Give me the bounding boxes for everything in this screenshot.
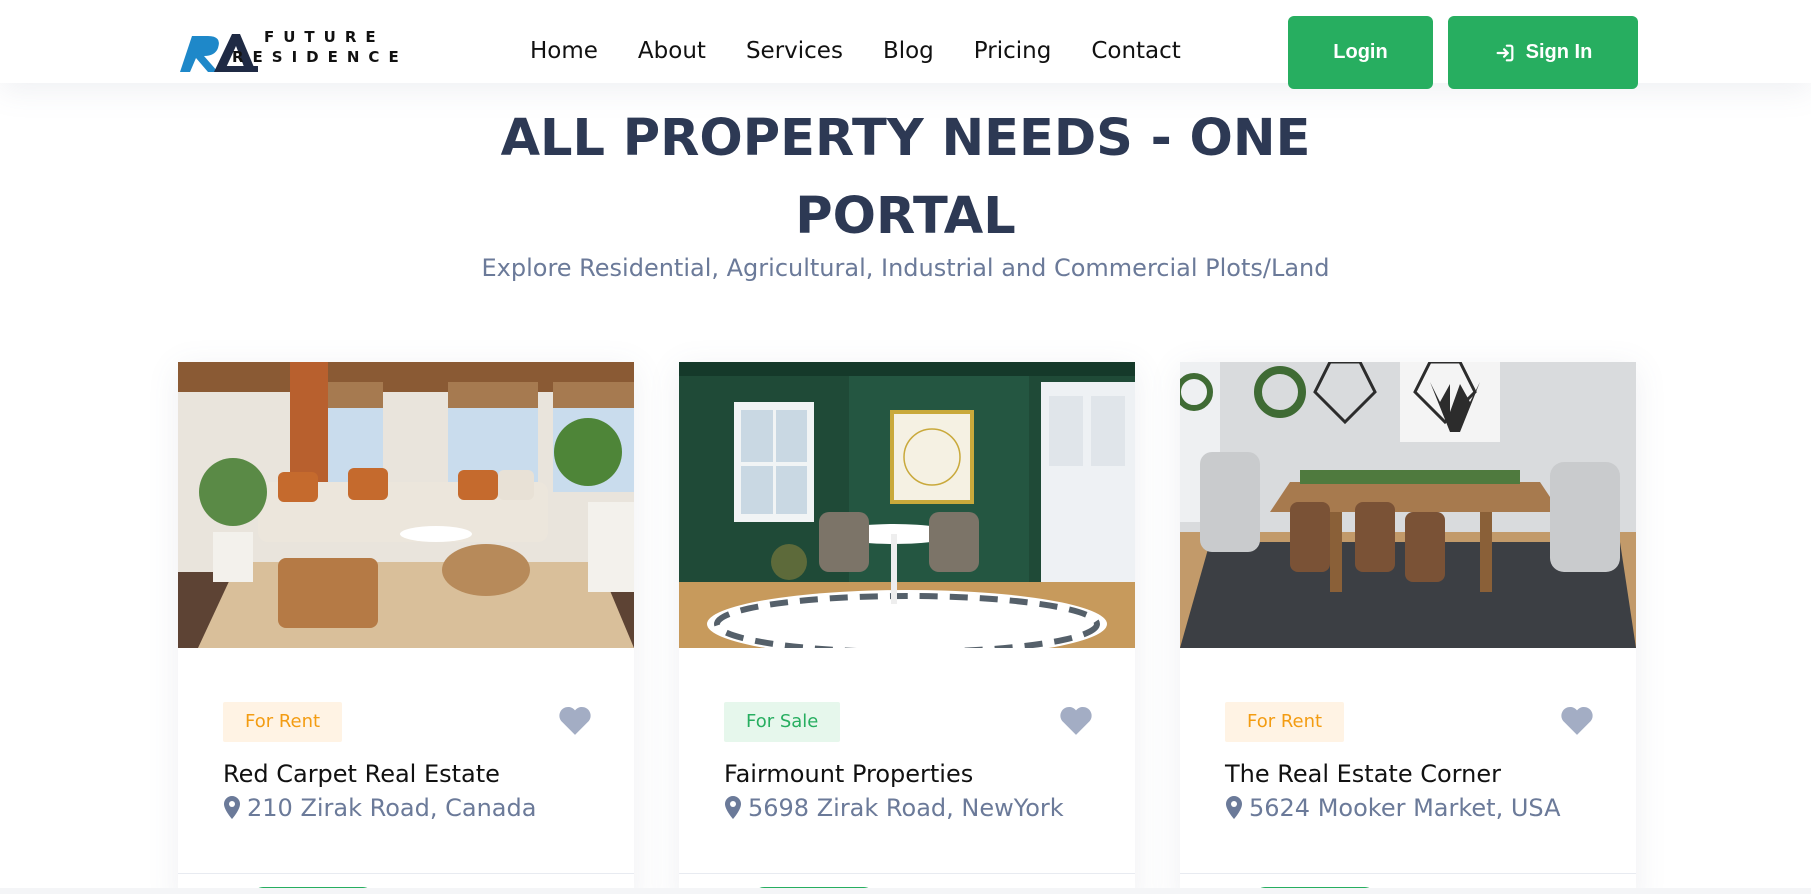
listing-location-text: 210 Zirak Road, Canada <box>247 794 537 822</box>
listing-card[interactable]: For Rent The Real Estate Corner 5624 Moo… <box>1180 362 1636 894</box>
card-divider <box>679 873 1135 874</box>
nav-pricing[interactable]: Pricing <box>974 36 1052 66</box>
map-pin-icon <box>725 796 741 819</box>
listing-location: 5698 Zirak Road, NewYork <box>724 794 1064 822</box>
main-nav: Home About Services Blog Pricing Contact <box>530 36 1221 66</box>
nav-services[interactable]: Services <box>746 36 843 66</box>
site-header: FUTURE RESIDENCE Home About Services Blo… <box>0 0 1811 89</box>
brand-logo[interactable]: FUTURE RESIDENCE <box>178 26 438 76</box>
card-divider <box>1180 873 1636 874</box>
nav-about[interactable]: About <box>638 36 706 66</box>
listing-title[interactable]: Red Carpet Real Estate <box>223 760 500 788</box>
listing-card[interactable]: For Rent Red Carpet Real Estate 210 Zira… <box>178 362 634 894</box>
status-badge: For Rent <box>1225 702 1345 742</box>
card-divider <box>178 873 634 874</box>
listing-title[interactable]: Fairmount Properties <box>724 760 973 788</box>
map-pin-icon <box>1226 796 1242 819</box>
listing-location-text: 5698 Zirak Road, NewYork <box>748 794 1064 822</box>
login-button-label: Login <box>1333 41 1388 63</box>
hero-title-line2: PORTAL <box>795 187 1016 246</box>
nav-blog[interactable]: Blog <box>883 36 934 66</box>
listing-location-text: 5624 Mooker Market, USA <box>1249 794 1561 822</box>
heart-icon[interactable] <box>558 706 592 736</box>
hero-title-line1: ALL PROPERTY NEEDS - ONE <box>500 109 1311 168</box>
listing-photo[interactable] <box>1180 362 1636 648</box>
status-badge: For Rent <box>223 702 343 742</box>
listing-photo[interactable] <box>178 362 634 648</box>
nav-contact[interactable]: Contact <box>1091 36 1180 66</box>
hero-subtitle: Explore Residential, Agricultural, Indus… <box>481 254 1330 282</box>
status-badge: For Sale <box>724 702 841 742</box>
sign-in-button-label: Sign In <box>1525 41 1593 63</box>
brand-line1: FUTURE <box>264 28 385 46</box>
heart-icon[interactable] <box>1059 706 1093 736</box>
page-bottom-edge <box>0 888 1811 894</box>
nav-home[interactable]: Home <box>530 36 598 66</box>
listing-location: 210 Zirak Road, Canada <box>223 794 536 822</box>
brand-line2: RESIDENCE <box>232 48 408 66</box>
sign-in-button[interactable]: Sign In <box>1448 16 1638 89</box>
login-button[interactable]: Login <box>1288 16 1433 89</box>
sign-in-icon <box>1496 44 1514 61</box>
map-pin-icon <box>224 796 240 819</box>
heart-icon[interactable] <box>1560 706 1594 736</box>
listing-location: 5624 Mooker Market, USA <box>1225 794 1561 822</box>
listing-card[interactable]: For Sale Fairmount Properties 5698 Zirak… <box>679 362 1135 894</box>
listing-photo[interactable] <box>679 362 1135 648</box>
hero-title: ALL PROPERTY NEEDS - ONE PORTAL <box>0 100 1811 256</box>
listing-title[interactable]: The Real Estate Corner <box>1225 760 1501 788</box>
